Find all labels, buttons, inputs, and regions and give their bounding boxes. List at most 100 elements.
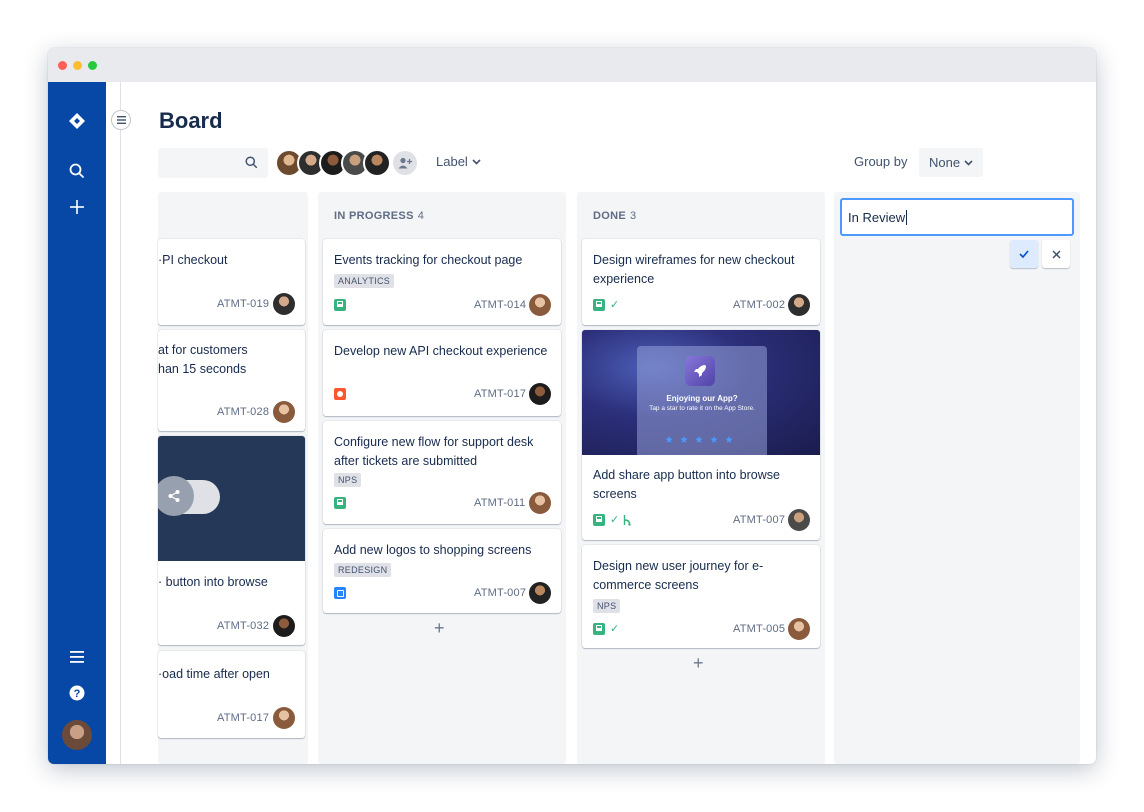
cancel-button[interactable] [1042, 240, 1070, 268]
card-label: ANALYTICS [334, 274, 395, 288]
collapse-sidebar-button[interactable] [111, 110, 131, 130]
star-rating-icon: ★★★★★ [664, 435, 740, 446]
issue-card[interactable]: Design new user journey for e-commerce s… [582, 545, 820, 648]
column-header: IN PROGRESS 4 [334, 210, 424, 222]
confirm-button[interactable] [1010, 240, 1038, 268]
issue-key: ATMT-032 [217, 620, 270, 632]
board-column-done: DONE 3 Design wireframes for new checkout… [577, 192, 825, 764]
new-column: In Review [834, 192, 1080, 764]
card-title: Add new logos to shopping screens [334, 543, 532, 557]
card-title: Events tracking for checkout page [334, 253, 523, 267]
card-title: at for customers han 15 seconds [158, 343, 248, 376]
assignee-avatar[interactable] [363, 149, 391, 177]
card-label: NPS [334, 473, 362, 487]
help-icon[interactable]: ? [48, 678, 106, 708]
issue-key: ATMT-007 [474, 587, 527, 599]
assignee-avatar [788, 294, 810, 316]
issue-card[interactable]: ·oad time after open ATMT-017 [158, 651, 305, 738]
column-header: DONE 3 [593, 210, 636, 222]
group-by-select[interactable]: None [919, 148, 984, 177]
assignee-avatar [273, 615, 295, 637]
issue-card[interactable]: Configure new flow for support desk afte… [323, 421, 561, 524]
column-count: 4 [417, 210, 425, 222]
issue-card[interactable]: Develop new API checkout experience ATMT… [323, 330, 561, 416]
board-column: ·PI checkout ATMT-019 at for customers h… [158, 192, 308, 764]
sidebar-divider [120, 82, 121, 764]
assignee-avatar [529, 294, 551, 316]
jira-logo-icon[interactable] [48, 106, 106, 136]
add-card-button[interactable]: + [434, 618, 445, 639]
close-window-dot[interactable] [58, 61, 67, 70]
assignee-filter [275, 149, 417, 177]
svg-text:?: ? [74, 688, 81, 700]
close-icon [1051, 249, 1061, 259]
issue-card[interactable]: ·PI checkout ATMT-019 [158, 239, 305, 325]
task-icon [334, 587, 346, 599]
prompt-subtitle: Tap a star to rate it on the App Store. [649, 405, 755, 412]
issue-card[interactable]: Design wireframes for new checkout exper… [582, 239, 820, 325]
assignee-avatar [273, 707, 295, 729]
chevron-down-icon [472, 158, 481, 165]
issue-key: ATMT-028 [217, 406, 270, 418]
issue-card[interactable]: Enjoying our App? Tap a star to rate it … [582, 330, 820, 540]
app-window: ? Board Label Group by None ·PI checkout… [48, 48, 1096, 764]
card-title: Design new user journey for e-commerce s… [593, 559, 764, 592]
global-navigation: ? [48, 82, 106, 764]
issue-key: ATMT-007 [733, 514, 786, 526]
menu-icon[interactable] [48, 642, 106, 672]
group-by-value: None [929, 155, 961, 170]
search-icon[interactable] [48, 156, 106, 186]
app-rating-prompt: Enjoying our App? Tap a star to rate it … [637, 346, 767, 455]
issue-key: ATMT-014 [474, 299, 527, 311]
card-label: REDESIGN [334, 563, 392, 577]
issue-card[interactable]: · button into browse ATMT-032 [158, 436, 305, 645]
column-name-input[interactable]: In Review [840, 198, 1074, 236]
create-icon[interactable] [48, 192, 106, 222]
column-count: 3 [629, 210, 637, 222]
search-icon [245, 156, 258, 169]
assignee-avatar [529, 492, 551, 514]
label-filter-text: Label [436, 154, 468, 169]
text-caret [906, 209, 908, 225]
issue-key: ATMT-017 [474, 388, 527, 400]
assignee-avatar [529, 383, 551, 405]
issue-key: ATMT-002 [733, 299, 786, 311]
story-icon [593, 299, 605, 311]
prompt-title: Enjoying our App? [666, 394, 738, 403]
story-icon [334, 497, 346, 509]
column-title: IN PROGRESS [334, 210, 414, 222]
rocket-icon [685, 356, 715, 386]
check-icon [1019, 250, 1029, 258]
issue-key: ATMT-011 [474, 497, 526, 509]
label-filter-dropdown[interactable]: Label [436, 154, 481, 169]
issue-card[interactable]: at for customers han 15 seconds ATMT-028 [158, 330, 305, 431]
card-cover-image [158, 436, 305, 561]
assignee-avatar [273, 293, 295, 315]
column-name-value: In Review [848, 209, 906, 225]
add-people-icon[interactable] [393, 151, 417, 175]
card-title: ·oad time after open [158, 667, 270, 681]
card-cover-image: Enjoying our App? Tap a star to rate it … [582, 330, 820, 455]
issue-key: ATMT-017 [217, 712, 270, 724]
card-title: ·PI checkout [158, 253, 228, 267]
issue-key: ATMT-019 [217, 298, 270, 310]
minimize-window-dot[interactable] [73, 61, 82, 70]
maximize-window-dot[interactable] [88, 61, 97, 70]
search-input[interactable] [158, 148, 268, 178]
bug-icon [334, 388, 346, 400]
branch-icon [622, 513, 632, 531]
add-card-button[interactable]: + [693, 653, 704, 674]
issue-key: ATMT-005 [733, 623, 786, 635]
assignee-avatar [788, 509, 810, 531]
done-check-icon: ✓ [610, 514, 620, 526]
chevron-down-icon [964, 159, 973, 166]
issue-card[interactable]: Events tracking for checkout page ANALYT… [323, 239, 561, 325]
card-label: NPS [593, 599, 621, 613]
issue-card[interactable]: Add new logos to shopping screens REDESI… [323, 529, 561, 613]
card-title: Develop new API checkout experience [334, 344, 548, 358]
story-icon [334, 299, 346, 311]
done-check-icon: ✓ [610, 299, 620, 311]
card-title: Configure new flow for support desk afte… [334, 435, 534, 468]
user-avatar[interactable] [62, 720, 92, 750]
assignee-avatar [273, 401, 295, 423]
